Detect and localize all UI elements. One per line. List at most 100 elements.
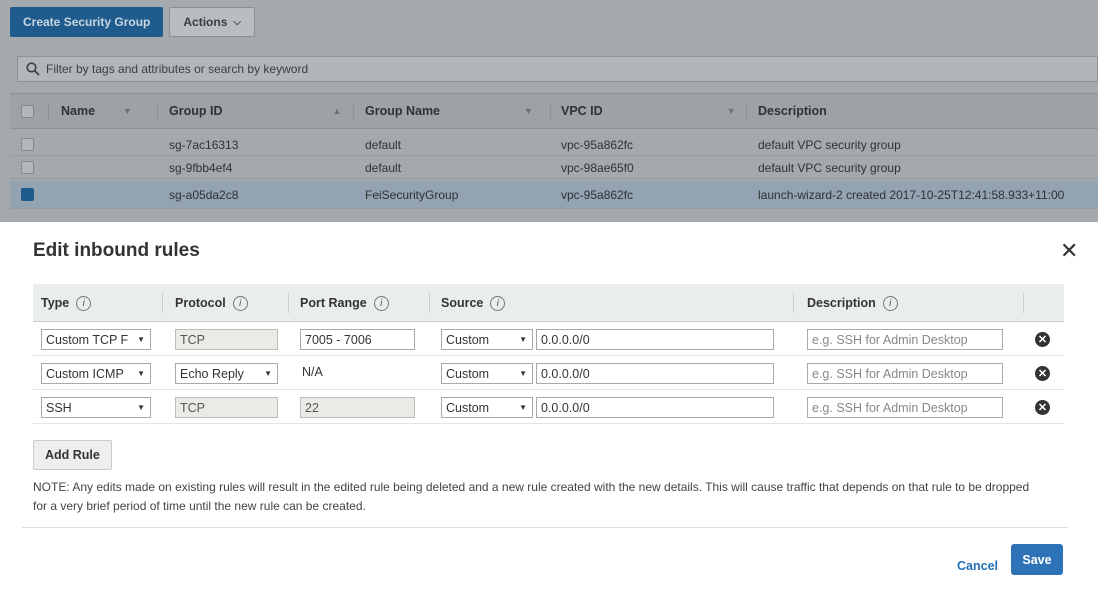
column-separator (550, 103, 551, 121)
column-header-label: Protocol (175, 296, 226, 310)
column-header-label: Description (758, 104, 827, 118)
column-separator (162, 293, 163, 313)
add-rule-button[interactable]: Add Rule (33, 440, 112, 470)
description-cell: default VPC security group (758, 138, 901, 152)
row-checkbox-checked[interactable] (21, 188, 34, 201)
column-separator (429, 293, 430, 313)
type-select[interactable]: Custom ICMP (41, 363, 151, 384)
filter-input[interactable]: Filter by tags and attributes or search … (17, 56, 1098, 82)
actions-button[interactable]: Actions ⌵ (169, 7, 255, 37)
group-name-cell: FeiSecurityGroup (365, 187, 459, 202)
vpc-id-cell: vpc-95a862fc (561, 187, 634, 202)
column-separator (353, 103, 354, 121)
edit-inbound-rules-dialog: Edit inbound rules ✕ Type i Protocol i P… (0, 222, 1098, 595)
port-range-field: 22 (300, 397, 415, 418)
column-header-vpc-id[interactable]: VPC ID ▼ (561, 94, 736, 128)
protocol-select[interactable]: Echo Reply (175, 363, 278, 384)
rule-row: SSH TCP 22 Custom 0.0.0.0/0 e.g. SSH for… (33, 390, 1064, 424)
column-header-label: Port Range (300, 296, 367, 310)
table-row-selected[interactable]: sg-a05da2c8 FeiSecurityGroup vpc-95a862f… (10, 181, 1098, 209)
group-id-cell: sg-a05da2c8 (169, 187, 239, 202)
protocol-field: TCP (175, 397, 278, 418)
select-all-checkbox[interactable] (21, 105, 34, 118)
column-separator (1023, 293, 1024, 313)
remove-rule-icon[interactable]: ✕ (1035, 400, 1050, 415)
column-header-group-name[interactable]: Group Name ▼ (365, 94, 533, 128)
table-row[interactable]: sg-9fbb4ef4 default vpc-98ae65f0 default… (10, 158, 1098, 179)
console-background: Create Security Group Actions ⌵ Filter b… (0, 0, 1098, 222)
column-header-description: Description i (807, 284, 898, 322)
cancel-button[interactable]: Cancel (957, 559, 998, 573)
column-header-label: Group ID (169, 104, 223, 118)
sort-asc-icon: ▲ (332, 106, 342, 116)
rules-table-header: Type i Protocol i Port Range i Source i … (33, 284, 1064, 322)
source-type-select[interactable]: Custom (441, 397, 533, 418)
sort-icon: ▼ (524, 106, 533, 116)
source-cidr-input[interactable]: 0.0.0.0/0 (536, 329, 774, 350)
column-header-label: Description (807, 296, 876, 310)
dialog-title: Edit inbound rules (33, 240, 200, 261)
info-icon[interactable]: i (373, 295, 389, 311)
chevron-down-icon: ⌵ (233, 16, 241, 28)
vpc-id-cell: vpc-98ae65f0 (561, 161, 634, 175)
info-icon[interactable]: i (232, 295, 248, 311)
source-type-select[interactable]: Custom (441, 329, 533, 350)
column-header-type: Type i (41, 284, 92, 322)
rule-row: Custom ICMP Echo Reply N/A Custom 0.0.0.… (33, 356, 1064, 390)
actions-label: Actions (183, 15, 228, 29)
source-cidr-input[interactable]: 0.0.0.0/0 (536, 363, 774, 384)
group-id-cell: sg-9fbb4ef4 (169, 161, 233, 175)
table-row[interactable]: sg-7ac16313 default vpc-95a862fc default… (10, 135, 1098, 156)
column-header-group-id[interactable]: Group ID ▲ (169, 94, 341, 128)
column-header-source: Source i (441, 284, 506, 322)
row-checkbox[interactable] (21, 138, 34, 151)
remove-rule-icon[interactable]: ✕ (1035, 332, 1050, 347)
save-button[interactable]: Save (1011, 544, 1063, 575)
source-type-select[interactable]: Custom (441, 363, 533, 384)
description-input[interactable]: e.g. SSH for Admin Desktop (807, 397, 1003, 418)
rule-row: Custom TCP F TCP 7005 - 7006 Custom 0.0.… (33, 322, 1064, 356)
column-header-description[interactable]: Description (758, 94, 827, 128)
port-range-value: N/A (302, 365, 323, 379)
sort-icon: ▼ (726, 106, 736, 116)
description-input[interactable]: e.g. SSH for Admin Desktop (807, 329, 1003, 350)
column-header-port-range: Port Range i (300, 284, 389, 322)
column-separator (793, 293, 794, 313)
column-header-label: Source (441, 296, 484, 310)
console-toolbar: Create Security Group Actions ⌵ (10, 7, 255, 37)
group-name-cell: default (365, 161, 402, 175)
create-security-group-button[interactable]: Create Security Group (10, 7, 164, 37)
vpc-id-cell: vpc-95a862fc (561, 138, 634, 152)
info-icon[interactable]: i (490, 295, 506, 311)
port-range-input[interactable]: 7005 - 7006 (300, 329, 415, 350)
filter-placeholder: Filter by tags and attributes or search … (46, 62, 309, 76)
row-checkbox[interactable] (21, 161, 34, 174)
search-icon (26, 62, 40, 76)
security-groups-table-header: Name ▼ Group ID ▲ Group Name ▼ VPC ID ▼ … (10, 93, 1098, 129)
info-icon[interactable]: i (882, 295, 898, 311)
description-cell: launch-wizard-2 created 2017-10-25T12:41… (758, 187, 1065, 202)
remove-rule-icon[interactable]: ✕ (1035, 366, 1050, 381)
protocol-field: TCP (175, 329, 278, 350)
footer-divider (22, 527, 1068, 528)
column-separator (746, 103, 747, 121)
group-id-cell: sg-7ac16313 (169, 138, 239, 152)
column-header-label: Name (61, 104, 96, 118)
column-separator (157, 103, 158, 121)
column-header-protocol: Protocol i (175, 284, 248, 322)
type-select[interactable]: SSH (41, 397, 151, 418)
column-header-name[interactable]: Name ▼ (61, 94, 132, 128)
column-separator (48, 103, 49, 121)
info-icon[interactable]: i (76, 295, 92, 311)
inbound-rules-table: Type i Protocol i Port Range i Source i … (33, 284, 1064, 424)
column-separator (288, 293, 289, 313)
sort-icon: ▼ (123, 106, 132, 116)
close-icon[interactable]: ✕ (1060, 238, 1078, 264)
type-select[interactable]: Custom TCP F (41, 329, 151, 350)
description-input[interactable]: e.g. SSH for Admin Desktop (807, 363, 1003, 384)
column-header-label: VPC ID (561, 104, 603, 118)
edit-warning-note: NOTE: Any edits made on existing rules w… (33, 480, 1030, 513)
source-cidr-input[interactable]: 0.0.0.0/0 (536, 397, 774, 418)
description-cell: default VPC security group (758, 161, 901, 175)
group-name-cell: default (365, 138, 402, 152)
